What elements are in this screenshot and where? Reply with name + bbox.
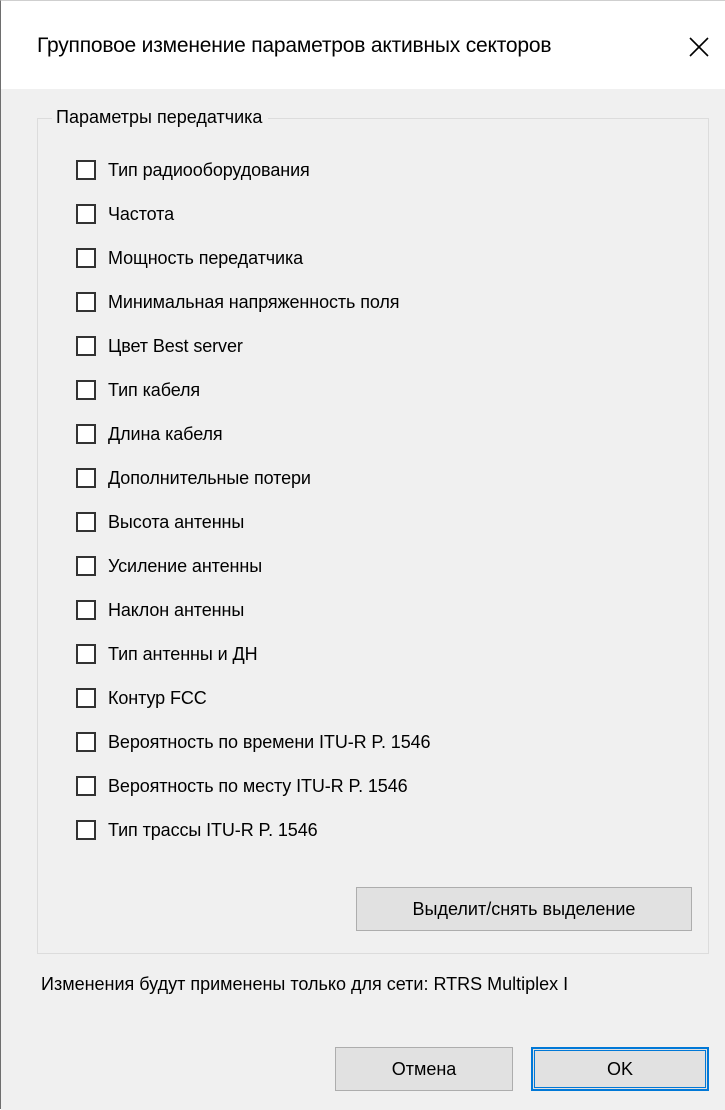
checkbox-box[interactable] <box>76 292 96 312</box>
ok-button[interactable]: OK <box>531 1047 709 1091</box>
dialog-window: Групповое изменение параметров активных … <box>0 0 725 1110</box>
checkbox-label: Тип антенны и ДН <box>108 643 258 664</box>
dialog-client-area: Параметры передатчика Тип радиооборудова… <box>1 89 725 1110</box>
checkbox-box[interactable] <box>76 644 96 664</box>
checkbox-antenna-type-pattern[interactable]: Тип антенны и ДН <box>76 639 258 669</box>
checkbox-box[interactable] <box>76 248 96 268</box>
checkbox-label: Вероятность по времени ITU-R P. 1546 <box>108 731 431 752</box>
checkbox-box[interactable] <box>76 336 96 356</box>
checkbox-location-probability[interactable]: Вероятность по месту ITU-R P. 1546 <box>76 771 408 801</box>
toggle-selection-button[interactable]: Выделит/снять выделение <box>356 887 692 931</box>
checkbox-label: Тип радиооборудования <box>108 159 310 180</box>
checkbox-box[interactable] <box>76 820 96 840</box>
checkbox-fcc-contour[interactable]: Контур FCC <box>76 683 207 713</box>
checkbox-box[interactable] <box>76 732 96 752</box>
checkbox-box[interactable] <box>76 468 96 488</box>
checkbox-label: Контур FCC <box>108 687 207 708</box>
checkbox-box[interactable] <box>76 688 96 708</box>
checkbox-cable-type[interactable]: Тип кабеля <box>76 375 200 405</box>
group-legend: Параметры передатчика <box>52 107 269 128</box>
checkbox-box[interactable] <box>76 600 96 620</box>
checkbox-additional-losses[interactable]: Дополнительные потери <box>76 463 311 493</box>
title-bar: Групповое изменение параметров активных … <box>1 1 725 89</box>
checkbox-transmitter-power[interactable]: Мощность передатчика <box>76 243 303 273</box>
network-note: Изменения будут применены только для сет… <box>41 974 569 994</box>
checkbox-radio-equipment-type[interactable]: Тип радиооборудования <box>76 155 310 185</box>
checkbox-label: Частота <box>108 203 175 224</box>
checkbox-label: Цвет Best server <box>108 335 243 356</box>
cancel-button[interactable]: Отмена <box>335 1047 513 1091</box>
checkbox-label: Усиление антенны <box>108 555 263 576</box>
checkbox-box[interactable] <box>76 204 96 224</box>
checkbox-best-server-color[interactable]: Цвет Best server <box>76 331 243 361</box>
checkbox-label: Высота антенны <box>108 511 245 532</box>
checkbox-label: Дополнительные потери <box>108 467 311 488</box>
checkbox-antenna-gain[interactable]: Усиление антенны <box>76 551 262 581</box>
checkbox-box[interactable] <box>76 556 96 576</box>
checkbox-frequency[interactable]: Частота <box>76 199 174 229</box>
checkbox-label: Минимальная напряженность поля <box>108 291 400 312</box>
checkbox-box[interactable] <box>76 776 96 796</box>
checkbox-label: Длина кабеля <box>108 423 223 444</box>
checkbox-min-field-strength[interactable]: Минимальная напряженность поля <box>76 287 400 317</box>
checkbox-cable-length[interactable]: Длина кабеля <box>76 419 223 449</box>
checkbox-box[interactable] <box>76 380 96 400</box>
checkbox-label: Вероятность по месту ITU-R P. 1546 <box>108 775 408 796</box>
checkbox-box[interactable] <box>76 512 96 532</box>
checkbox-label: Мощность передатчика <box>108 247 304 268</box>
close-button[interactable] <box>677 25 721 69</box>
dialog-title: Групповое изменение параметров активных … <box>37 34 552 57</box>
checkbox-label: Наклон антенны <box>108 599 245 620</box>
close-icon <box>689 37 709 57</box>
checkbox-antenna-tilt[interactable]: Наклон антенны <box>76 595 244 625</box>
checkbox-antenna-height[interactable]: Высота антенны <box>76 507 244 537</box>
checkbox-label: Тип трассы ITU-R P. 1546 <box>108 819 318 840</box>
checkbox-path-type[interactable]: Тип трассы ITU-R P. 1546 <box>76 815 318 845</box>
checkbox-label: Тип кабеля <box>108 379 201 400</box>
transmitter-params-group: Параметры передатчика Тип радиооборудова… <box>37 107 709 954</box>
checkbox-time-probability[interactable]: Вероятность по времени ITU-R P. 1546 <box>76 727 431 757</box>
checkbox-box[interactable] <box>76 160 96 180</box>
checkbox-box[interactable] <box>76 424 96 444</box>
